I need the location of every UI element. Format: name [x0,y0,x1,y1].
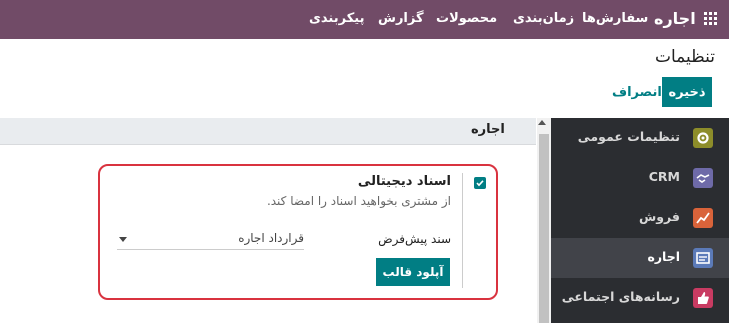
chart-icon [693,208,713,228]
handshake-icon [693,168,713,188]
discard-button[interactable]: انصراف [612,85,662,100]
rental-icon [693,248,713,268]
top-navbar: اجاره سفارش‌ها زمان‌بندی محصولات گزارش پ… [0,0,729,39]
setting-description: از مشتری بخواهید اسناد را امضا کند. [266,194,451,208]
scrollbar-thumb[interactable] [539,134,549,323]
apps-grid-icon[interactable] [704,12,718,26]
default-document-label: سند پیش‌فرض [378,232,451,246]
gear-icon [693,128,713,148]
select-value: قرارداد اجاره [238,231,304,245]
thumbs-up-icon [693,288,713,308]
menu-products[interactable]: محصولات [436,11,497,26]
sidebar-item-social-media[interactable]: رسانه‌های اجتماعی [551,278,729,318]
sidebar-item-crm[interactable]: CRM [551,158,729,198]
section-title: اجاره [471,122,505,137]
menu-configuration[interactable]: پیکربندی [309,11,364,26]
sidebar-item-label: فروش [639,209,680,224]
menu-schedule[interactable]: زمان‌بندی [513,11,574,26]
caret-down-icon [119,237,127,242]
sidebar-item-label: CRM [648,169,680,184]
menu-orders[interactable]: سفارش‌ها [582,11,648,26]
sidebar-item-sales[interactable]: فروش [551,198,729,238]
sidebar-item-rental[interactable]: اجاره [551,238,729,278]
sidebar-item-label: تنظیمات عمومی [577,129,680,144]
app-brand[interactable]: اجاره [654,9,696,28]
sidebar-item-label: اجاره [647,249,680,264]
digital-documents-checkbox[interactable] [474,177,486,189]
default-document-select[interactable]: قرارداد اجاره [117,227,304,250]
setting-divider [462,173,463,288]
sidebar-item-label: رسانه‌های اجتماعی [561,289,680,304]
sidebar-item-general-settings[interactable]: تنظیمات عمومی [551,118,729,158]
section-header [0,118,536,145]
setting-label: اسناد دیجیتالی [357,174,451,189]
scroll-up-arrow-icon[interactable] [538,120,546,125]
page-title: تنظیمات [655,47,715,67]
upload-template-button[interactable]: آپلود قالب [376,258,450,286]
checkmark-icon [476,180,484,187]
save-button[interactable]: ذخیره [662,77,712,107]
menu-reporting[interactable]: گزارش [378,11,424,26]
